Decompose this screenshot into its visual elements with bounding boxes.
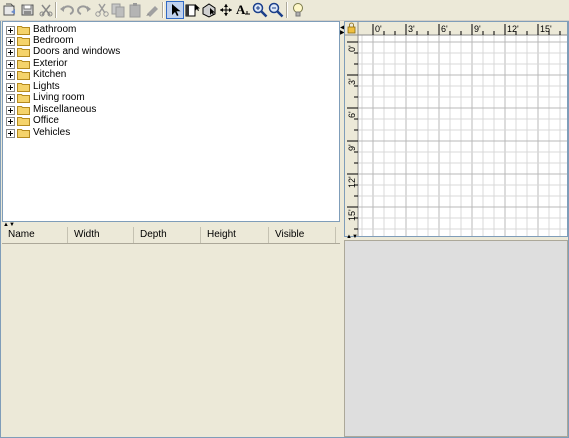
column-header-height[interactable]: Height: [201, 227, 269, 243]
paste-icon[interactable]: [127, 2, 143, 18]
furniture-catalog-tree[interactable]: Bathroom Bedroom Doors and windows Exter…: [2, 21, 340, 222]
toolbar-separator: [162, 2, 164, 18]
3d-view[interactable]: [344, 240, 568, 437]
expand-icon[interactable]: [6, 94, 15, 103]
folder-icon: [17, 47, 30, 57]
ruler-left: [345, 22, 358, 236]
tree-category-label: Doors and windows: [33, 46, 121, 57]
expand-icon[interactable]: [6, 129, 15, 138]
column-header-visible[interactable]: Visible: [269, 227, 336, 243]
redo-icon[interactable]: [76, 2, 92, 18]
save-icon[interactable]: [20, 2, 36, 18]
add-text-icon[interactable]: A: [235, 2, 251, 18]
expand-icon[interactable]: [6, 117, 15, 126]
add-furniture-icon[interactable]: [144, 2, 160, 18]
svg-text:A: A: [236, 2, 246, 17]
create-rooms-icon[interactable]: [201, 2, 217, 18]
zoom-in-icon[interactable]: [252, 2, 268, 18]
create-walls-icon[interactable]: [184, 2, 200, 18]
folder-icon: [17, 59, 30, 69]
cut-icon[interactable]: [94, 2, 110, 18]
ruler-top-label: 0': [375, 24, 382, 34]
expand-icon[interactable]: [6, 83, 15, 92]
expand-icon[interactable]: [6, 106, 15, 115]
plan-view[interactable]: 0' 3' 6' 9' 12' 15' 0' 3' 6' 9' 12' 15': [344, 21, 568, 237]
ruler-top-label: 9': [474, 24, 481, 34]
tree-category-label: Office: [33, 115, 59, 126]
toolbar: A: [0, 0, 569, 21]
ruler-left-label: 15': [347, 209, 357, 221]
furniture-table[interactable]: Name Width Depth Height Visible: [2, 227, 340, 437]
table-header: Name Width Depth Height Visible: [2, 227, 340, 244]
ruler-top-label: 3': [408, 24, 415, 34]
zoom-out-icon[interactable]: [268, 2, 284, 18]
expand-icon[interactable]: [6, 71, 15, 80]
open-icon[interactable]: [2, 2, 18, 18]
tree-category-label: Living room: [33, 92, 85, 103]
ruler-left-label: 9': [347, 144, 357, 151]
toolbar-separator: [55, 2, 57, 18]
ruler-left-label: 0': [347, 45, 357, 52]
expand-icon[interactable]: [6, 60, 15, 69]
folder-icon: [17, 82, 30, 92]
expand-icon[interactable]: [6, 37, 15, 46]
create-dimensions-icon[interactable]: [218, 2, 234, 18]
ruler-left-label: 3': [347, 78, 357, 85]
folder-icon: [17, 36, 30, 46]
expand-icon[interactable]: [6, 48, 15, 57]
folder-icon: [17, 116, 30, 126]
column-header-name[interactable]: Name: [2, 227, 68, 243]
folder-icon: [17, 93, 30, 103]
toolbar-separator: [286, 2, 288, 18]
ruler-left-label: 12': [347, 176, 357, 188]
undo-icon[interactable]: [59, 2, 75, 18]
expand-icon[interactable]: [6, 26, 15, 35]
light-bulb-icon[interactable]: [290, 2, 306, 18]
column-header-width[interactable]: Width: [68, 227, 134, 243]
copy-icon[interactable]: [110, 2, 126, 18]
cut-disabled-icon[interactable]: [38, 2, 54, 18]
ruler-left-label: 6': [347, 111, 357, 118]
column-header-depth[interactable]: Depth: [134, 227, 201, 243]
ruler-top-label: 15': [540, 24, 552, 34]
vertical-splitter[interactable]: [341, 21, 343, 437]
folder-icon: [17, 128, 30, 138]
select-mode-icon[interactable]: [166, 1, 184, 19]
tree-category-label: Vehicles: [33, 127, 71, 138]
ruler-top-label: 12': [507, 24, 519, 34]
ruler-top-label: 6': [441, 24, 448, 34]
folder-icon: [17, 25, 30, 35]
tree-category-label: Kitchen: [33, 69, 67, 80]
plan-grid[interactable]: 0' 3' 6' 9' 12' 15' 0' 3' 6' 9' 12' 15': [345, 22, 567, 236]
folder-icon: [17, 105, 30, 115]
folder-icon: [17, 70, 30, 80]
